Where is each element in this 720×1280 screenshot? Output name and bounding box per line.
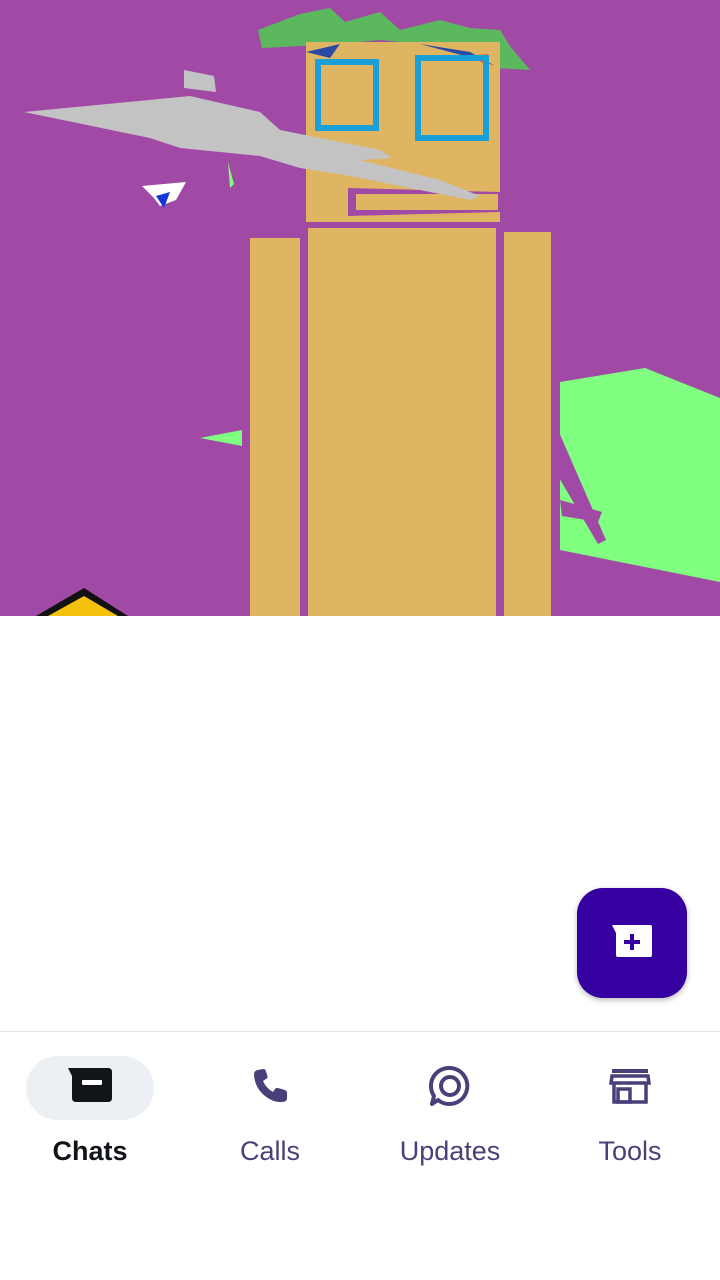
chats-icon <box>68 1067 112 1109</box>
hero-illustration <box>0 0 720 616</box>
app-screen: Chats Calls Updates Tools <box>0 0 720 1280</box>
nav-active-indicator <box>26 1056 154 1120</box>
nav-label-calls: Calls <box>239 1136 300 1166</box>
nav-item-updates[interactable]: Updates <box>360 1056 540 1176</box>
nav-item-tools[interactable]: Tools <box>540 1056 720 1176</box>
hero-artwork <box>0 0 720 616</box>
bottom-navigation: Chats Calls Updates Tools <box>0 1031 720 1280</box>
nav-item-chats[interactable]: Chats <box>0 1056 180 1176</box>
nav-label-tools: Tools <box>598 1136 662 1166</box>
new-chat-icon <box>610 923 654 964</box>
store-icon <box>608 1067 652 1110</box>
phone-icon <box>250 1066 290 1111</box>
nav-label-updates: Updates <box>399 1136 501 1166</box>
nav-label-chats: Chats <box>52 1136 128 1166</box>
nav-item-calls[interactable]: Calls <box>180 1056 360 1176</box>
updates-icon <box>428 1065 472 1112</box>
new-chat-button[interactable] <box>577 888 687 998</box>
